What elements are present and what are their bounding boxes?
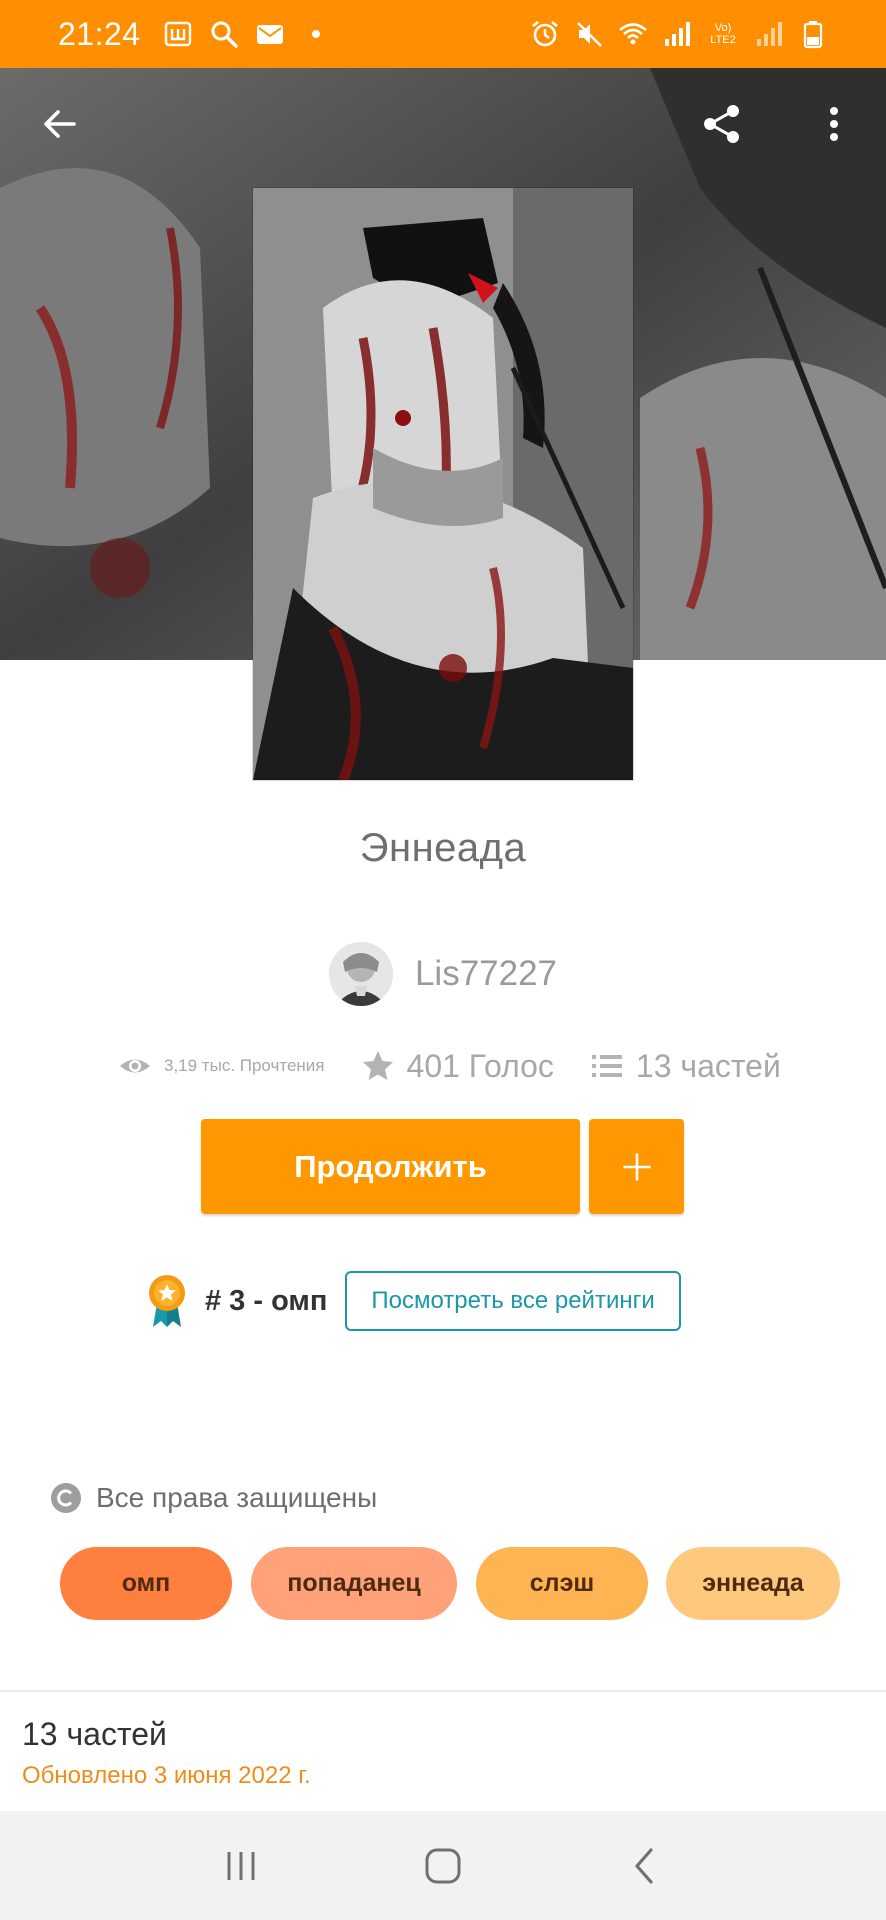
status-bar: 21:24 Vo) LTE2	[0, 0, 886, 68]
votes-stat: 401 Голос	[361, 1048, 554, 1085]
parts-count: 13 частей	[635, 1047, 781, 1084]
cover-illustration	[253, 188, 633, 780]
toc-updated-date: Обновлено 3 июня 2022 г.	[22, 1762, 311, 1789]
star-icon	[362, 1051, 393, 1080]
recent-apps-button[interactable]	[211, 1836, 271, 1896]
parts-stat: 13 частей	[590, 1048, 781, 1085]
network-label: Vo) LTE2	[710, 22, 736, 46]
author-name[interactable]: Lis77227	[415, 954, 557, 994]
status-left-icons	[163, 19, 331, 49]
recent-apps-icon	[227, 1851, 255, 1880]
signal-icon-2	[754, 19, 784, 49]
search-notification-icon	[209, 19, 239, 49]
section-divider	[0, 1690, 886, 1692]
arrow-left-icon	[44, 110, 76, 138]
system-back-button[interactable]	[615, 1836, 675, 1896]
medal-icon	[149, 1275, 185, 1327]
back-button[interactable]	[30, 94, 90, 154]
eye-icon	[120, 1059, 150, 1073]
home-button[interactable]	[413, 1836, 473, 1896]
tag-chip[interactable]: омп	[60, 1547, 232, 1620]
mute-icon	[574, 19, 604, 49]
status-right-icons: Vo) LTE2	[530, 19, 828, 49]
tag-chip[interactable]: попаданец	[251, 1547, 457, 1620]
story-stats: 3,19 тыс. Прочтения 401 Голос 13 частей	[118, 1042, 781, 1090]
copyright-row: Все права защищены	[50, 1482, 377, 1514]
votes-count: 401 Голос	[406, 1047, 554, 1084]
more-options-button[interactable]	[804, 94, 864, 154]
view-all-rankings-button[interactable]: Посмотреть все рейтинги	[345, 1271, 681, 1331]
dot-icon	[301, 19, 331, 49]
mail-notification-icon	[255, 19, 285, 49]
more-vertical-icon	[830, 107, 838, 141]
wattpad-notification-icon	[163, 19, 193, 49]
avatar[interactable]	[328, 942, 393, 1006]
ranking-text: # 3 - омп	[205, 1284, 328, 1317]
author-row[interactable]: Lis77227	[0, 942, 886, 1006]
battery-icon	[798, 19, 828, 49]
status-time: 21:24	[58, 15, 141, 52]
story-title: Эннеада	[359, 826, 527, 870]
home-icon	[425, 1848, 461, 1883]
plus-icon	[622, 1152, 651, 1181]
tag-chip[interactable]: слэш	[476, 1547, 648, 1620]
add-to-library-button[interactable]	[589, 1119, 684, 1214]
author-avatar-image	[328, 942, 393, 1006]
reads-count: 3,19 тыс. Прочтения	[164, 1056, 325, 1075]
toc-parts-title[interactable]: 13 частей	[22, 1716, 167, 1753]
system-navigation-bar	[0, 1811, 886, 1920]
chevron-left-icon	[635, 1847, 653, 1884]
alarm-icon	[530, 19, 560, 49]
copyright-text: Все права защищены	[96, 1482, 378, 1513]
tag-chip[interactable]: эннеада	[666, 1547, 840, 1620]
signal-icon	[662, 19, 692, 49]
share-icon	[704, 105, 739, 143]
share-button[interactable]	[692, 94, 752, 154]
list-icon	[591, 1055, 622, 1077]
continue-reading-button[interactable]: Продолжить	[201, 1119, 580, 1214]
story-cover-image	[253, 188, 633, 780]
ranking-row: # 3 - омп Посмотреть все рейтинги	[145, 1270, 681, 1332]
wifi-icon	[618, 19, 648, 49]
copyright-icon	[51, 1483, 81, 1513]
reads-stat: 3,19 тыс. Прочтения	[118, 1049, 325, 1083]
